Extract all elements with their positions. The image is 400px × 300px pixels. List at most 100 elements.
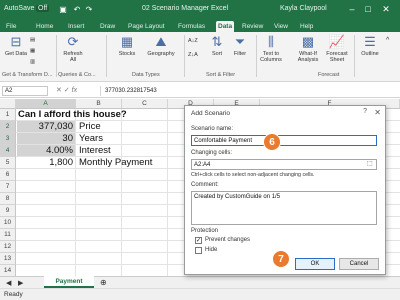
cell-a5[interactable]: 1,800 bbox=[17, 157, 73, 169]
outline-label: Outline bbox=[361, 51, 379, 57]
outline-icon: ☰ bbox=[364, 34, 376, 49]
row-header-6[interactable]: 6 bbox=[0, 169, 16, 181]
tab-data[interactable]: Data bbox=[216, 21, 235, 32]
prevent-changes-label: Prevent changes bbox=[205, 237, 251, 243]
cell-a4[interactable]: 4.00% bbox=[17, 145, 73, 157]
undo-icon[interactable]: ↶ bbox=[72, 5, 82, 15]
changing-cells-input[interactable]: A2:A4 bbox=[191, 159, 377, 170]
collapse-ribbon-icon[interactable]: ^ bbox=[386, 37, 389, 44]
from-web-icon[interactable]: ▦ bbox=[30, 48, 35, 54]
user-name[interactable]: Kayla Claypool bbox=[280, 5, 327, 12]
app-name-separator: - bbox=[205, 5, 208, 12]
tab-formulas[interactable]: Formulas bbox=[176, 21, 207, 32]
enter-icon[interactable]: ✓ bbox=[64, 87, 70, 94]
prevent-changes-checkbox[interactable]: ✓ bbox=[195, 237, 202, 244]
hide-checkbox[interactable] bbox=[195, 247, 202, 254]
filter-icon: ⏷ bbox=[234, 34, 246, 49]
row-header-4[interactable]: 4 bbox=[0, 145, 16, 157]
stocks-icon: ▦ bbox=[120, 34, 134, 49]
close-button[interactable]: ✕ bbox=[380, 3, 392, 15]
range-picker-icon[interactable]: ⬚ bbox=[367, 160, 373, 167]
cell-a1[interactable]: Can I afford this house? bbox=[18, 109, 127, 121]
geography-label: Geography bbox=[147, 51, 175, 57]
group-label-sort-filter: Sort & Filter bbox=[206, 72, 236, 78]
cancel-icon[interactable]: ✕ bbox=[56, 87, 62, 94]
sort-label: Sort bbox=[211, 51, 223, 57]
column-header-c[interactable]: C bbox=[122, 99, 168, 109]
row-header-11[interactable]: 11 bbox=[0, 229, 16, 241]
row-header-13[interactable]: 13 bbox=[0, 253, 16, 265]
redo-icon[interactable]: ↷ bbox=[84, 5, 94, 15]
tab-review[interactable]: Review bbox=[240, 21, 265, 32]
group-label-forecast: Forecast bbox=[318, 72, 340, 78]
tab-help[interactable]: Help bbox=[298, 21, 315, 32]
cell-b3[interactable]: Years bbox=[79, 133, 103, 145]
column-header-a[interactable]: A bbox=[16, 99, 76, 109]
cell-a3[interactable]: 30 bbox=[17, 133, 73, 145]
help-button[interactable]: ? bbox=[363, 108, 367, 115]
cancel-button[interactable]: Cancel bbox=[339, 258, 379, 270]
cell-b2[interactable]: Price bbox=[79, 121, 101, 133]
changing-cells-label: Changing cells: bbox=[191, 150, 233, 156]
row-header-10[interactable]: 10 bbox=[0, 217, 16, 229]
save-icon[interactable]: ▣ bbox=[58, 5, 68, 15]
ribbon: ⊟ Get Data ▤ ▦ ▥ ⟳ Refresh All ▦ Stocks … bbox=[0, 32, 400, 82]
row-header-2[interactable]: 2 bbox=[0, 121, 16, 133]
sort-button[interactable]: ⇅ Sort bbox=[208, 35, 226, 58]
tab-file[interactable]: File bbox=[4, 21, 18, 32]
recent-sources-icon[interactable]: ▥ bbox=[30, 59, 35, 65]
row-header-12[interactable]: 12 bbox=[0, 241, 16, 253]
row-header-9[interactable]: 9 bbox=[0, 205, 16, 217]
row-header-3[interactable]: 3 bbox=[0, 133, 16, 145]
add-sheet-icon[interactable]: ⊕ bbox=[100, 278, 107, 287]
sort-za-icon[interactable]: Z↓A bbox=[188, 52, 198, 58]
from-text-icon[interactable]: ▤ bbox=[30, 37, 35, 43]
text-to-columns-button[interactable]: ⫼ Text to Columns bbox=[258, 34, 284, 64]
sheet-nav-prev-icon[interactable]: ◀ bbox=[6, 279, 11, 287]
stocks-button[interactable]: ▦ Stocks bbox=[114, 34, 140, 58]
tab-page-layout[interactable]: Page Layout bbox=[126, 21, 167, 32]
text-to-columns-icon: ⫼ bbox=[268, 34, 274, 49]
filter-button[interactable]: ⏷ Filter bbox=[230, 34, 250, 58]
forecast-sheet-button[interactable]: 📈 Forecast Sheet bbox=[324, 35, 350, 64]
cell-b5[interactable]: Monthly Payment bbox=[79, 157, 152, 169]
formula-input[interactable]: 377030.232817543 bbox=[100, 86, 396, 96]
text-to-columns-label: Text to Columns bbox=[260, 51, 282, 63]
cell-a2[interactable]: 377,030 bbox=[17, 121, 73, 133]
geography-button[interactable]: ⛰ Geography bbox=[146, 35, 176, 58]
column-header-b[interactable]: B bbox=[76, 99, 122, 109]
ok-button[interactable]: OK bbox=[295, 258, 335, 270]
row-header-8[interactable]: 8 bbox=[0, 193, 16, 205]
dialog-close-button[interactable]: ✕ bbox=[374, 108, 381, 117]
comment-label: Comment: bbox=[191, 182, 219, 188]
scenario-name-input[interactable]: Comfortable Payment bbox=[191, 135, 377, 146]
comment-textarea[interactable]: Created by CustomGuide on 1/5 bbox=[191, 191, 377, 225]
tab-draw[interactable]: Draw bbox=[98, 21, 117, 32]
autosave-label: AutoSave bbox=[4, 5, 35, 12]
what-if-analysis-button[interactable]: ▩ What-If Analysis bbox=[296, 35, 320, 64]
outline-button[interactable]: ☰ Outline bbox=[358, 34, 382, 58]
sort-az-icon[interactable]: A↓Z bbox=[188, 38, 198, 44]
refresh-all-button[interactable]: ⟳ Refresh All bbox=[60, 35, 86, 64]
name-box[interactable]: A2 bbox=[2, 86, 48, 96]
formula-icons: ✕ ✓ fx bbox=[56, 86, 77, 94]
fx-icon[interactable]: fx bbox=[72, 87, 77, 94]
tab-view[interactable]: View bbox=[272, 21, 290, 32]
maximize-button[interactable]: □ bbox=[362, 3, 374, 15]
filter-label: Filter bbox=[233, 51, 247, 57]
cell-b4[interactable]: Interest bbox=[79, 145, 111, 157]
sheet-tab-payment[interactable]: Payment bbox=[44, 276, 94, 288]
scenario-name-label: Scenario name: bbox=[191, 126, 234, 132]
row-header-1[interactable]: 1 bbox=[0, 109, 16, 121]
tab-home[interactable]: Home bbox=[34, 21, 55, 32]
minimize-button[interactable]: – bbox=[346, 3, 358, 15]
select-all-corner[interactable] bbox=[0, 99, 16, 109]
sheet-nav-next-icon[interactable]: ▶ bbox=[18, 279, 23, 287]
status-text: Ready bbox=[4, 291, 23, 298]
row-header-5[interactable]: 5 bbox=[0, 157, 16, 169]
group-separator bbox=[106, 35, 107, 77]
get-data-button[interactable]: ⊟ Get Data bbox=[4, 35, 28, 58]
row-header-7[interactable]: 7 bbox=[0, 181, 16, 193]
tab-insert[interactable]: Insert bbox=[66, 21, 86, 32]
autosave-toggle[interactable]: Off bbox=[36, 5, 50, 12]
